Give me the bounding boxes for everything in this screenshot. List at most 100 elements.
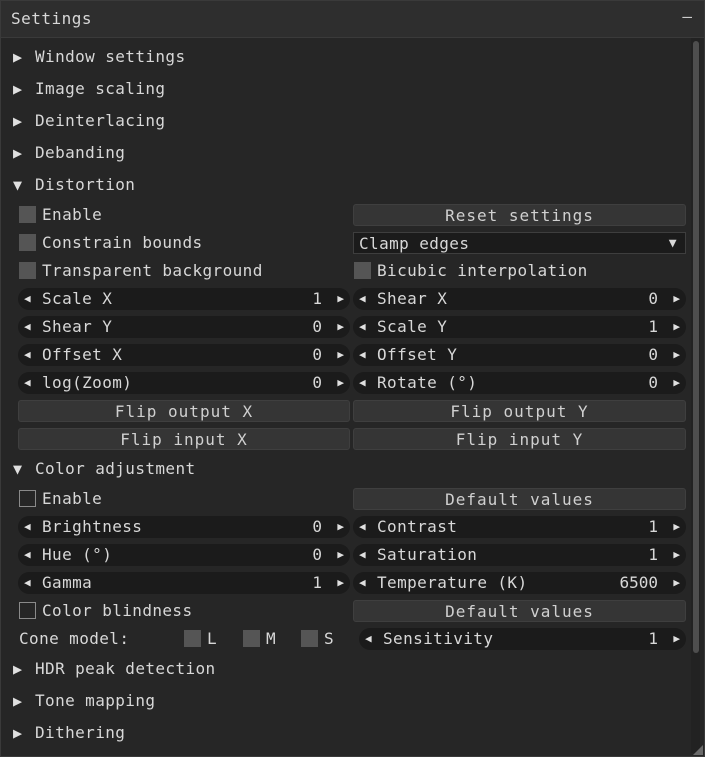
- section-label: Debanding: [35, 143, 126, 162]
- increase-arrow-icon[interactable]: ▶: [673, 344, 680, 366]
- decrease-arrow-icon[interactable]: ◀: [359, 516, 366, 538]
- increase-arrow-icon[interactable]: ▶: [673, 516, 680, 538]
- shear-x-slider[interactable]: ◀ Shear X 0 ▶: [353, 288, 686, 310]
- increase-arrow-icon[interactable]: ▶: [337, 372, 344, 394]
- slider-label: Contrast: [377, 517, 458, 536]
- reset-settings-button[interactable]: Reset settings: [353, 204, 686, 226]
- decrease-arrow-icon[interactable]: ◀: [359, 316, 366, 338]
- checkbox-box: [19, 234, 36, 251]
- saturation-slider[interactable]: ◀ Saturation 1 ▶: [353, 544, 686, 566]
- expanded-arrow-icon: ▼: [13, 176, 23, 194]
- scale-x-slider[interactable]: ◀ Scale X 1 ▶: [18, 288, 350, 310]
- sensitivity-slider[interactable]: ◀ Sensitivity 1 ▶: [359, 628, 686, 650]
- section-distortion[interactable]: ▼ Distortion: [13, 172, 135, 198]
- checkbox-label: Bicubic interpolation: [377, 261, 588, 280]
- increase-arrow-icon[interactable]: ▶: [337, 316, 344, 338]
- decrease-arrow-icon[interactable]: ◀: [24, 288, 31, 310]
- slider-label: Scale X: [42, 289, 113, 308]
- decrease-arrow-icon[interactable]: ◀: [359, 372, 366, 394]
- dropdown-value: Clamp edges: [359, 234, 470, 253]
- scale-y-slider[interactable]: ◀ Scale Y 1 ▶: [353, 316, 686, 338]
- increase-arrow-icon[interactable]: ▶: [337, 288, 344, 310]
- cone-l-checkbox[interactable]: L: [184, 628, 217, 650]
- collapsed-arrow-icon: ▶: [13, 692, 23, 710]
- decrease-arrow-icon[interactable]: ◀: [365, 628, 372, 650]
- section-image-scaling[interactable]: ▶ Image scaling: [13, 76, 165, 102]
- distortion-enable-checkbox[interactable]: Enable: [19, 204, 102, 226]
- rotate-slider[interactable]: ◀ Rotate (°) 0 ▶: [353, 372, 686, 394]
- bicubic-interpolation-checkbox[interactable]: Bicubic interpolation: [354, 260, 588, 282]
- section-deinterlacing[interactable]: ▶ Deinterlacing: [13, 108, 165, 134]
- slider-label: Offset Y: [377, 345, 458, 364]
- decrease-arrow-icon[interactable]: ◀: [24, 316, 31, 338]
- section-color-adjustment[interactable]: ▼ Color adjustment: [13, 456, 196, 482]
- slider-label: Shear X: [377, 289, 448, 308]
- section-label: Distortion: [35, 175, 136, 194]
- decrease-arrow-icon[interactable]: ◀: [24, 372, 31, 394]
- decrease-arrow-icon[interactable]: ◀: [359, 572, 366, 594]
- cone-m-checkbox[interactable]: M: [243, 628, 276, 650]
- section-dithering[interactable]: ▶ Dithering: [13, 720, 125, 746]
- checkbox-label: S: [324, 629, 335, 648]
- section-tone-mapping[interactable]: ▶ Tone mapping: [13, 688, 155, 714]
- increase-arrow-icon[interactable]: ▶: [337, 516, 344, 538]
- window-title: Settings: [11, 9, 93, 28]
- increase-arrow-icon[interactable]: ▶: [673, 628, 680, 650]
- section-label: Tone mapping: [35, 691, 156, 710]
- decrease-arrow-icon[interactable]: ◀: [359, 288, 366, 310]
- decrease-arrow-icon[interactable]: ◀: [24, 516, 31, 538]
- section-debanding[interactable]: ▶ Debanding: [13, 140, 125, 166]
- flip-input-y-button[interactable]: Flip input Y: [353, 428, 686, 450]
- decrease-arrow-icon[interactable]: ◀: [24, 544, 31, 566]
- offset-y-slider[interactable]: ◀ Offset Y 0 ▶: [353, 344, 686, 366]
- resize-grip-icon[interactable]: [693, 745, 703, 755]
- transparent-background-checkbox[interactable]: Transparent background: [19, 260, 263, 282]
- increase-arrow-icon[interactable]: ▶: [337, 572, 344, 594]
- slider-label: Rotate (°): [377, 373, 478, 392]
- collapsed-arrow-icon: ▶: [13, 112, 23, 130]
- decrease-arrow-icon[interactable]: ◀: [24, 572, 31, 594]
- increase-arrow-icon[interactable]: ▶: [673, 316, 680, 338]
- collapsed-arrow-icon: ▶: [13, 724, 23, 742]
- section-hdr-peak-detection[interactable]: ▶ HDR peak detection: [13, 656, 216, 682]
- checkbox-box: [243, 630, 260, 647]
- flip-output-x-button[interactable]: Flip output X: [18, 400, 350, 422]
- section-window-settings[interactable]: ▶ Window settings: [13, 44, 186, 70]
- gamma-slider[interactable]: ◀ Gamma 1 ▶: [18, 572, 350, 594]
- checkbox-box: [301, 630, 318, 647]
- offset-x-slider[interactable]: ◀ Offset X 0 ▶: [18, 344, 350, 366]
- log-zoom-slider[interactable]: ◀ log(Zoom) 0 ▶: [18, 372, 350, 394]
- default-values-button[interactable]: Default values: [353, 488, 686, 510]
- increase-arrow-icon[interactable]: ▶: [673, 288, 680, 310]
- brightness-slider[interactable]: ◀ Brightness 0 ▶: [18, 516, 350, 538]
- hue-slider[interactable]: ◀ Hue (°) 0 ▶: [18, 544, 350, 566]
- settings-window: Settings – ▶ Window settings ▶ Image scali…: [0, 0, 705, 757]
- checkbox-label: M: [266, 629, 277, 648]
- increase-arrow-icon[interactable]: ▶: [337, 344, 344, 366]
- color-enable-checkbox[interactable]: Enable: [19, 488, 102, 510]
- slider-label: log(Zoom): [42, 373, 133, 392]
- title-bar[interactable]: Settings –: [1, 1, 704, 38]
- cone-s-checkbox[interactable]: S: [301, 628, 334, 650]
- flip-input-x-button[interactable]: Flip input X: [18, 428, 350, 450]
- slider-value: 1: [648, 629, 658, 648]
- collapse-button[interactable]: –: [682, 7, 692, 26]
- slider-value: 0: [648, 289, 658, 308]
- decrease-arrow-icon[interactable]: ◀: [24, 344, 31, 366]
- increase-arrow-icon[interactable]: ▶: [673, 544, 680, 566]
- decrease-arrow-icon[interactable]: ◀: [359, 344, 366, 366]
- edge-mode-dropdown[interactable]: Clamp edges ▼: [353, 232, 686, 254]
- increase-arrow-icon[interactable]: ▶: [337, 544, 344, 566]
- constrain-bounds-checkbox[interactable]: Constrain bounds: [19, 232, 203, 254]
- checkbox-box: [184, 630, 201, 647]
- default-values-button-2[interactable]: Default values: [353, 600, 686, 622]
- color-blindness-checkbox[interactable]: Color blindness: [19, 600, 193, 622]
- temperature-slider[interactable]: ◀ Temperature (K) 6500 ▶: [353, 572, 686, 594]
- contrast-slider[interactable]: ◀ Contrast 1 ▶: [353, 516, 686, 538]
- decrease-arrow-icon[interactable]: ◀: [359, 544, 366, 566]
- increase-arrow-icon[interactable]: ▶: [673, 372, 680, 394]
- scrollbar-thumb[interactable]: [693, 41, 699, 653]
- increase-arrow-icon[interactable]: ▶: [673, 572, 680, 594]
- shear-y-slider[interactable]: ◀ Shear Y 0 ▶: [18, 316, 350, 338]
- flip-output-y-button[interactable]: Flip output Y: [353, 400, 686, 422]
